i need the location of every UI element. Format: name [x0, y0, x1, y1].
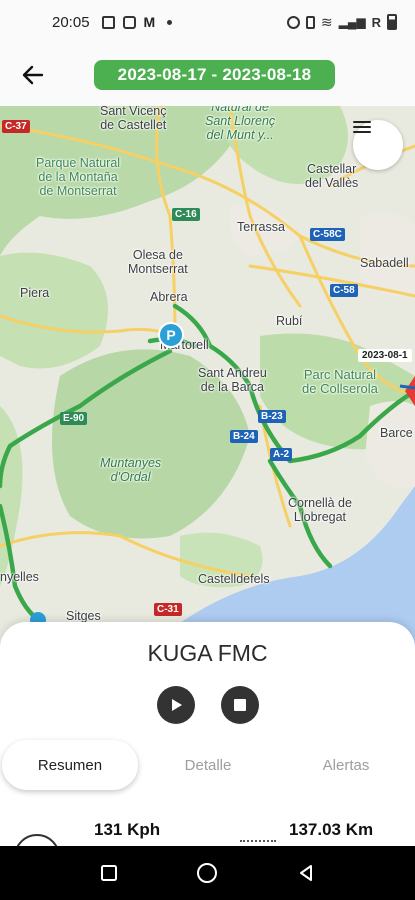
date-range-pill[interactable]: 2023-08-17 - 2023-08-18 [94, 60, 335, 90]
battery-icon [387, 14, 397, 30]
back-button[interactable] [18, 60, 48, 90]
notification-dot-icon [167, 19, 173, 25]
status-bar: 20:05 M ≋ ▂▄▆ R [0, 0, 415, 44]
map-place-label: nyelles [0, 570, 39, 584]
recents-button[interactable] [95, 859, 123, 887]
max-speed-value: 131 Kph [94, 820, 161, 839]
distance-value: 137.03 Km [289, 820, 374, 839]
arrow-left-icon [22, 65, 44, 85]
play-icon [172, 699, 182, 711]
status-time: 20:05 [52, 13, 90, 31]
wifi-icon: ≋ [320, 13, 333, 30]
home-button[interactable] [193, 859, 221, 887]
map-place-label: Sant Vicenç de Castellet [100, 106, 167, 132]
signal-icon: ▂▄▆ [338, 15, 366, 29]
map-view[interactable]: Sant Vicenç de Castellet Natural de Sant… [0, 106, 415, 646]
tab-detalle[interactable]: Detalle [150, 740, 266, 790]
route-end-date-tag[interactable]: 2023-08-1 [358, 349, 412, 362]
map-place-label: Sitges [66, 609, 101, 623]
road-badge: C-16 [172, 208, 200, 221]
map-place-label: Castelldefels [198, 572, 270, 586]
map-place-label: Sant Andreu de la Barca [198, 366, 267, 394]
tab-resumen[interactable]: Resumen [2, 740, 138, 790]
menu-icon [353, 121, 371, 133]
vibrate-icon [305, 15, 315, 29]
road-badge: C-37 [2, 120, 30, 133]
parking-marker[interactable]: P [158, 322, 184, 348]
road-badge: A-2 [270, 448, 293, 461]
map-place-label: Olesa de Montserrat [128, 248, 188, 276]
network-label: R [371, 14, 381, 30]
road-badge: C-58C [310, 228, 345, 241]
map-park-label: Muntanyes d'Ordal [100, 456, 162, 484]
map-menu-button[interactable] [353, 120, 403, 170]
gmail-icon: M [143, 14, 156, 30]
map-place-label: Castellar del Vallès [305, 162, 359, 190]
recents-icon [101, 865, 118, 881]
map-place-label: Barce [380, 426, 413, 440]
app-header: 2023-08-17 - 2023-08-18 [0, 44, 415, 106]
image-icon [101, 15, 115, 29]
map-place-label: Sabadell [360, 256, 409, 270]
screen: 20:05 M ≋ ▂▄▆ R 2023-08-17 - 2023-08-18 [0, 0, 415, 900]
cast-icon [122, 15, 136, 29]
bottom-sheet: KUGA FMC Resumen Detalle Alertas 131 Kph… [0, 622, 415, 880]
map-place-label: Terrassa [237, 220, 285, 234]
status-right: ≋ ▂▄▆ R [286, 13, 397, 31]
stop-button[interactable] [221, 686, 259, 724]
map-place-label: Rubí [276, 314, 303, 328]
back-icon [299, 865, 312, 881]
map-place-label: Abrera [150, 290, 188, 304]
nav-back-button[interactable] [292, 859, 320, 887]
system-nav-bar [0, 846, 415, 900]
map-park-label: Natural de Sant Llorenç del Munt y... [205, 106, 276, 142]
road-badge: B-23 [258, 410, 286, 423]
road-badge: B-24 [230, 430, 258, 443]
road-badge: C-58 [330, 284, 358, 297]
stop-icon [234, 699, 246, 711]
map-park-label: Parque Natural de la Montaña de Montserr… [36, 156, 121, 198]
road-badge: E-90 [60, 412, 88, 425]
map-place-label: Cornellà de Llobregat [288, 496, 352, 524]
map-place-label: Piera [20, 286, 50, 300]
tab-alertas[interactable]: Alertas [288, 740, 404, 790]
play-button[interactable] [157, 686, 195, 724]
map-park-label: Parc Natural de Collserola [302, 367, 378, 396]
alarm-icon [286, 15, 300, 29]
vehicle-name: KUGA FMC [147, 640, 268, 666]
road-badge: C-31 [154, 603, 182, 616]
home-icon [197, 863, 218, 883]
tab-bar: Resumen Detalle Alertas [0, 736, 415, 794]
